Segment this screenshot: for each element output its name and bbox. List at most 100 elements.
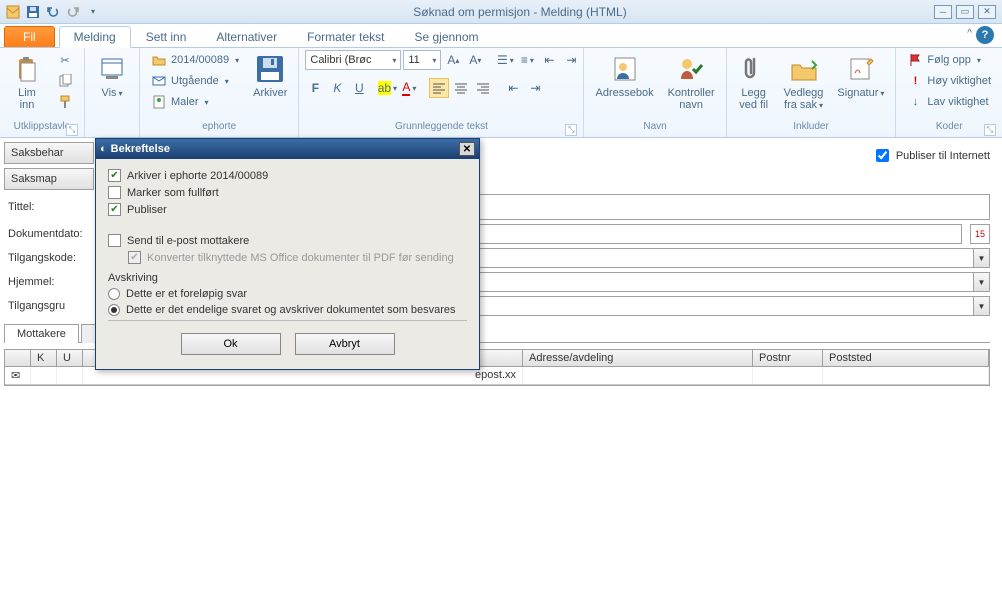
high-importance-icon: ! xyxy=(907,73,923,89)
align-right-button[interactable] xyxy=(473,78,493,98)
dialog-titlebar[interactable]: ◐ Bekreftelse ✕ xyxy=(96,139,479,159)
increase-indent-button[interactable]: ⇥ xyxy=(525,78,545,98)
col-k[interactable]: K xyxy=(31,350,57,366)
low-importance-button[interactable]: ↓Lav viktighet xyxy=(902,92,996,112)
publish-internet-checkbox[interactable] xyxy=(876,149,889,162)
font-size-select[interactable]: 11▾ xyxy=(403,50,441,70)
indent-button[interactable]: ⇥ xyxy=(561,50,581,70)
qat-more-icon[interactable]: ▾ xyxy=(84,3,102,21)
col-adresse[interactable]: Adresse/avdeling xyxy=(523,350,753,366)
cut-icon: ✂ xyxy=(57,52,73,68)
font-color-button[interactable]: A▾ xyxy=(399,78,419,98)
align-left-button[interactable] xyxy=(429,78,449,98)
outdent-button[interactable]: ⇤ xyxy=(539,50,559,70)
chevron-down-icon[interactable]: ▼ xyxy=(973,273,989,291)
dokumentdato-label: Dokumentdato: xyxy=(4,228,94,240)
italic-button[interactable]: K xyxy=(327,78,347,98)
chk-arkiver-label: Arkiver i ephorte 2014/00089 xyxy=(127,170,268,182)
underline-button[interactable]: U xyxy=(349,78,369,98)
save-icon[interactable] xyxy=(24,3,42,21)
tags-launcher[interactable]: ⤡ xyxy=(984,124,996,136)
follow-up-button[interactable]: Følg opp▾ xyxy=(902,50,996,70)
tab-melding[interactable]: Melding xyxy=(59,26,131,48)
arkiver-button[interactable]: Arkiver xyxy=(248,50,292,102)
copy-button[interactable] xyxy=(52,71,78,91)
check-names-button[interactable]: Kontroller navn xyxy=(663,50,720,114)
paste-label: Lim inn xyxy=(18,87,36,111)
window-title: Søknad om permisjon - Melding (HTML) xyxy=(106,5,934,19)
radio-prelim[interactable] xyxy=(108,288,120,300)
tab-segjennom[interactable]: Se gjennom xyxy=(399,26,493,47)
ephorte-templates-button[interactable]: Maler▾ xyxy=(146,92,244,112)
group-label-include: Inkluder xyxy=(733,121,890,137)
help-icon[interactable]: ? xyxy=(976,26,994,44)
outlook-icon[interactable] xyxy=(4,3,22,21)
signature-label: Signatur xyxy=(837,87,878,99)
col-blank[interactable] xyxy=(5,350,31,366)
close-button[interactable]: ✕ xyxy=(978,5,996,19)
font-launcher[interactable]: ⤡ xyxy=(565,124,577,136)
chk-publiser[interactable]: ✔ xyxy=(108,203,121,216)
check-names-icon xyxy=(675,53,707,85)
chk-convert: ✔ xyxy=(128,251,141,264)
chk-send[interactable]: ✔ xyxy=(108,234,121,247)
redo-icon[interactable] xyxy=(64,3,82,21)
attach-item-button[interactable]: Vedlegg fra sak▾ xyxy=(779,50,829,115)
col-postnr[interactable]: Postnr xyxy=(753,350,823,366)
grow-font-button[interactable]: A▴ xyxy=(443,50,463,70)
tab-mottakere[interactable]: Mottakere xyxy=(4,324,79,343)
maximize-button[interactable]: ▭ xyxy=(956,5,974,19)
tab-settinn[interactable]: Sett inn xyxy=(131,26,202,47)
ephorte-outgoing-button[interactable]: Utgående▾ xyxy=(146,71,244,91)
publish-internet-label: Publiser til Internett xyxy=(896,150,990,162)
dialog-separator xyxy=(108,320,467,321)
chevron-down-icon[interactable]: ▼ xyxy=(973,297,989,315)
paste-button[interactable]: Lim inn xyxy=(6,50,48,114)
radio-final[interactable] xyxy=(108,304,120,316)
ephorte-case-button[interactable]: 2014/00089▾ xyxy=(146,50,244,70)
cancel-button[interactable]: Avbryt xyxy=(295,333,395,355)
align-center-button[interactable] xyxy=(451,78,471,98)
radio-final-label: Dette er det endelige svaret og avskrive… xyxy=(126,304,456,316)
saksbehandler-button[interactable]: Saksbehar xyxy=(4,142,94,164)
cut-button[interactable]: ✂ xyxy=(52,50,78,70)
group-label-ephorte: ephorte xyxy=(146,121,292,137)
view-button[interactable]: Vis▾ xyxy=(91,50,133,103)
group-view: Vis▾ xyxy=(85,48,140,137)
signature-button[interactable]: Signatur▾ xyxy=(832,50,889,103)
high-importance-button[interactable]: !Høy viktighet xyxy=(902,71,996,91)
bullets-button[interactable]: ☰▾ xyxy=(495,50,515,70)
calendar-icon[interactable]: 15 xyxy=(970,224,990,244)
address-book-button[interactable]: Adressebok xyxy=(590,50,658,102)
tab-alternativer[interactable]: Alternativer xyxy=(201,26,292,47)
dialog-icon: ◐ xyxy=(100,143,107,155)
attach-item-icon xyxy=(788,53,820,85)
format-painter-button[interactable] xyxy=(52,92,78,112)
col-poststed[interactable]: Poststed xyxy=(823,350,989,366)
chevron-down-icon[interactable]: ▼ xyxy=(973,249,989,267)
ok-button[interactable]: Ok xyxy=(181,333,281,355)
chk-publiser-label: Publiser xyxy=(127,204,167,216)
check-names-label: Kontroller navn xyxy=(668,87,715,111)
minimize-button[interactable]: ─ xyxy=(934,5,952,19)
ribbon-minimize-icon[interactable]: ^ xyxy=(967,28,972,39)
title-bar: ▾ Søknad om permisjon - Melding (HTML) ─… xyxy=(0,0,1002,24)
font-name-select[interactable]: Calibri (Brøc▾ xyxy=(305,50,401,70)
undo-icon[interactable] xyxy=(44,3,62,21)
highlight-button[interactable]: ab▾ xyxy=(377,78,397,98)
shrink-font-button[interactable]: A▾ xyxy=(465,50,485,70)
saksmappe-button[interactable]: Saksmap xyxy=(4,168,94,190)
chk-fullfort[interactable]: ✔ xyxy=(108,186,121,199)
tab-formater[interactable]: Formater tekst xyxy=(292,26,399,47)
attach-file-button[interactable]: Legg ved fil xyxy=(733,50,775,114)
dialog-close-button[interactable]: ✕ xyxy=(459,142,475,156)
bold-button[interactable]: F xyxy=(305,78,325,98)
chk-fullfort-label: Marker som fullført xyxy=(127,187,219,199)
decrease-indent-button[interactable]: ⇤ xyxy=(503,78,523,98)
tab-file[interactable]: Fil xyxy=(4,26,55,47)
chk-arkiver[interactable]: ✔ xyxy=(108,169,121,182)
numbering-button[interactable]: ≡▾ xyxy=(517,50,537,70)
clipboard-launcher[interactable]: ⤡ xyxy=(66,124,78,136)
avskriving-label: Avskriving xyxy=(108,272,467,284)
col-u[interactable]: U xyxy=(57,350,83,366)
